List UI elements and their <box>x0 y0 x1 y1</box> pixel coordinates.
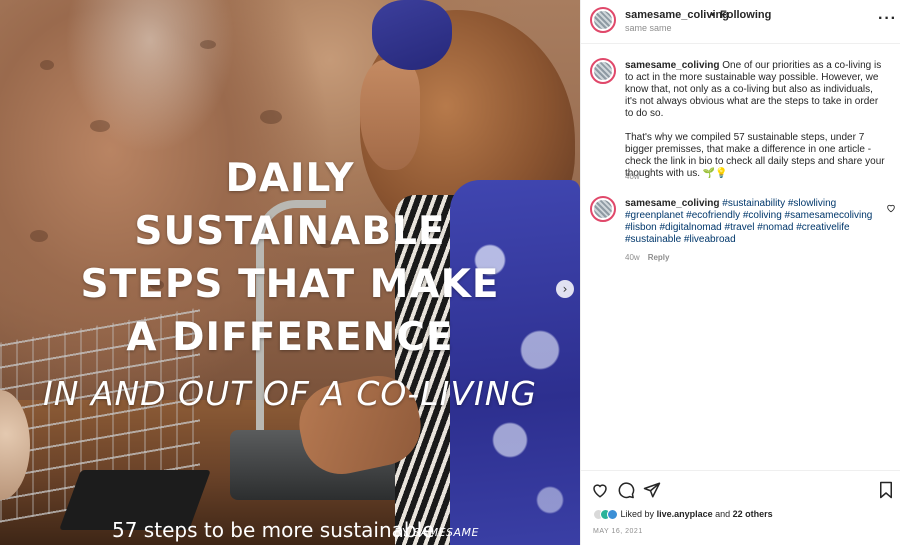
reply-button[interactable]: Reply <box>648 253 670 262</box>
image-subline: IN AND OUT OF A CO-LIVING <box>43 374 537 413</box>
post-date[interactable]: MAY 16, 2021 <box>593 528 643 535</box>
avatar[interactable] <box>590 196 616 222</box>
likes-summary: Liked by live.anyplace and 22 others <box>593 509 773 521</box>
image-caption: 57 steps to be more sustainable <box>112 518 435 542</box>
liked-by-user[interactable]: live.anyplace <box>657 509 713 519</box>
location-link[interactable]: same same <box>625 23 672 33</box>
image-text-overlay: DAILY SUSTAINABLE STEPS THAT MAKE A DIFF… <box>0 0 580 545</box>
chevron-right-icon[interactable]: › <box>556 280 574 298</box>
liker-avatar <box>607 509 618 521</box>
comment-username[interactable]: samesame_coliving <box>625 198 720 209</box>
separator-dot: • <box>711 9 715 21</box>
comment-like-heart-icon[interactable] <box>886 203 896 213</box>
comment-icon[interactable] <box>617 481 635 499</box>
avatar[interactable] <box>590 58 616 84</box>
comment-meta: 40w Reply <box>625 253 669 262</box>
headline-line: DAILY <box>225 156 355 201</box>
caption-username[interactable]: samesame_coliving <box>625 60 720 71</box>
share-icon[interactable] <box>643 481 661 499</box>
following-button[interactable]: Following <box>720 9 771 21</box>
liked-by-others[interactable]: 22 others <box>733 509 773 519</box>
post-header: samesame_coliving • Following same same … <box>581 0 900 44</box>
caption-paragraph-2: That's why we compiled 57 sustainable st… <box>625 132 885 179</box>
action-bar: Liked by live.anyplace and 22 others MAY… <box>581 470 900 545</box>
comment-time[interactable]: 40w <box>625 253 640 262</box>
headline-line: A DIFFERENCE <box>126 315 454 360</box>
caption-time[interactable]: 40w <box>625 172 640 181</box>
headline-line: STEPS THAT MAKE <box>80 262 500 307</box>
heart-icon[interactable] <box>591 481 609 499</box>
liked-by-prefix: Liked by <box>620 509 655 519</box>
liked-by-and: and <box>715 509 731 519</box>
image-brand: BY SAMESAME <box>394 526 479 539</box>
comment-text: samesame_coliving #sustainability #slowl… <box>625 198 885 246</box>
bookmark-icon[interactable] <box>877 481 895 499</box>
more-options-icon[interactable]: ··· <box>878 10 897 28</box>
caption-text: samesame_coliving One of our priorities … <box>625 60 885 180</box>
headline-line: SUSTAINABLE <box>134 209 446 254</box>
post-details-panel: samesame_coliving • Following same same … <box>580 0 900 545</box>
avatar[interactable] <box>590 7 616 33</box>
image-headline: DAILY SUSTAINABLE STEPS THAT MAKE A DIFF… <box>0 152 580 364</box>
